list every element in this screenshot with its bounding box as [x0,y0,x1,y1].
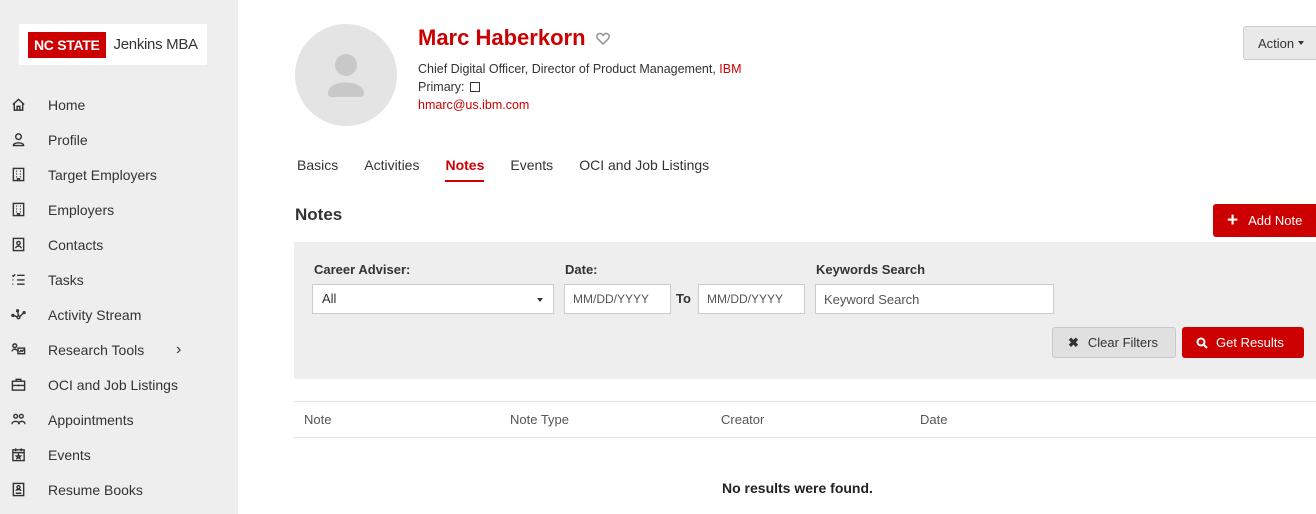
sidebar-item-tasks[interactable]: Tasks [0,262,238,297]
logo-text: Jenkins MBA [113,36,199,53]
sidebar-item-home[interactable]: Home [0,87,238,122]
primary-row: Primary: [418,80,480,94]
sidebar-item-resume-books[interactable]: Resume Books [0,472,238,507]
sidebar-item-label: Activity Stream [48,306,142,323]
logo-badge: NC STATE [28,31,106,58]
sidebar-item-label: Events [48,446,91,463]
sidebar-item-employers[interactable]: Employers [0,192,238,227]
resume-book-icon [10,482,26,498]
sidebar-item-events[interactable]: Events [0,437,238,472]
sidebar-item-label: Appointments [48,411,134,428]
column-header-note[interactable]: Note [304,412,331,427]
sidebar-item-research-tools[interactable]: Research Tools › [0,332,238,367]
primary-checkbox[interactable] [469,82,480,92]
sidebar-item-contacts[interactable]: Contacts [0,227,238,262]
close-icon: ✖ [1068,334,1079,350]
profile-tabs: Basics Activities Notes Events OCI and J… [297,157,735,183]
sidebar-item-label: Tasks [48,271,84,288]
filter-panel: Career Adviser: All Date: MM/DD/YYYY To … [294,242,1316,379]
building-icon [10,202,26,218]
sidebar-item-label: Profile [48,131,88,148]
notes-table-header: Note Note Type Creator Date [294,401,1316,438]
sidebar-item-activity-stream[interactable]: Activity Stream [0,297,238,332]
user-icon [10,132,26,148]
tab-basics[interactable]: Basics [297,157,338,183]
job-title-text: Chief Digital Officer, Director of Produ… [418,62,720,76]
career-adviser-value: All [322,291,337,306]
add-note-button[interactable]: + Add Note [1213,204,1316,237]
column-header-date[interactable]: Date [920,412,947,427]
section-title: Notes [295,205,343,224]
sidebar-item-appointments[interactable]: Appointments [0,402,238,437]
sidebar-item-label: Target Employers [48,166,157,183]
email-link[interactable]: hmarc@us.ibm.com [418,98,529,112]
profile-name-text: Marc Haberkorn [418,25,586,50]
plus-icon: + [1227,210,1239,231]
user-placeholder-icon [328,54,364,97]
research-icon [10,342,26,358]
heart-icon[interactable] [595,32,610,45]
career-adviser-label: Career Adviser: [314,262,411,277]
tab-notes[interactable]: Notes [445,157,484,183]
clear-filters-button[interactable]: ✖ Clear Filters [1052,327,1176,358]
sidebar-item-label: Resume Books [48,481,143,498]
keywords-label: Keywords Search [816,262,926,277]
action-dropdown-button[interactable]: Action [1243,26,1316,60]
tab-events[interactable]: Events [510,157,553,183]
date-label: Date: [565,262,598,277]
clear-filters-label: Clear Filters [1087,335,1158,350]
sidebar-item-profile[interactable]: Profile [0,122,238,157]
sidebar-item-target-employers[interactable]: Target Employers [0,157,238,192]
column-header-creator[interactable]: Creator [721,412,764,427]
sidebar-item-label: Research Tools [48,341,145,358]
add-note-label: Add Note [1248,213,1303,228]
sidebar-item-label: Employers [48,201,115,218]
get-results-label: Get Results [1216,335,1284,350]
empty-state-message: No results were found. [722,480,873,496]
tab-activities[interactable]: Activities [364,157,419,183]
people-icon [10,412,26,428]
date-from-input[interactable]: MM/DD/YYYY [564,284,671,314]
home-icon [10,97,26,113]
action-label: Action [1258,35,1295,51]
sidebar-item-label: OCI and Job Listings [48,376,178,393]
profile-name: Marc Haberkorn [418,25,610,51]
sidebar-item-oci-job-listings[interactable]: OCI and Job Listings [0,367,238,402]
caret-down-icon [1298,41,1305,45]
chevron-right-icon: › [176,340,182,358]
avatar [295,24,397,126]
logo[interactable]: NC STATE Jenkins MBA [19,24,207,65]
career-adviser-select[interactable]: All [312,284,554,314]
building-icon [10,167,26,183]
keyword-search-input[interactable]: Keyword Search [815,284,1054,314]
sidebar: NC STATE Jenkins MBA Home Profile Target… [0,0,238,514]
column-header-note-type[interactable]: Note Type [510,412,569,427]
contact-card-icon [10,237,26,253]
network-icon [10,307,26,323]
to-label: To [676,291,691,306]
date-to-input[interactable]: MM/DD/YYYY [698,284,805,314]
tab-oci-job-listings[interactable]: OCI and Job Listings [579,157,709,183]
search-icon [1196,337,1208,349]
job-title: Chief Digital Officer, Director of Produ… [418,62,742,76]
primary-label: Primary: [418,80,465,94]
sidebar-nav: Home Profile Target Employers Employers … [0,87,238,507]
company-link[interactable]: IBM [719,62,741,76]
sidebar-item-label: Home [48,96,86,113]
caret-down-icon [537,298,543,302]
briefcase-icon [10,377,26,393]
calendar-star-icon [10,447,26,463]
sidebar-item-label: Contacts [48,236,104,253]
get-results-button[interactable]: Get Results [1182,327,1304,358]
checklist-icon [10,272,26,288]
